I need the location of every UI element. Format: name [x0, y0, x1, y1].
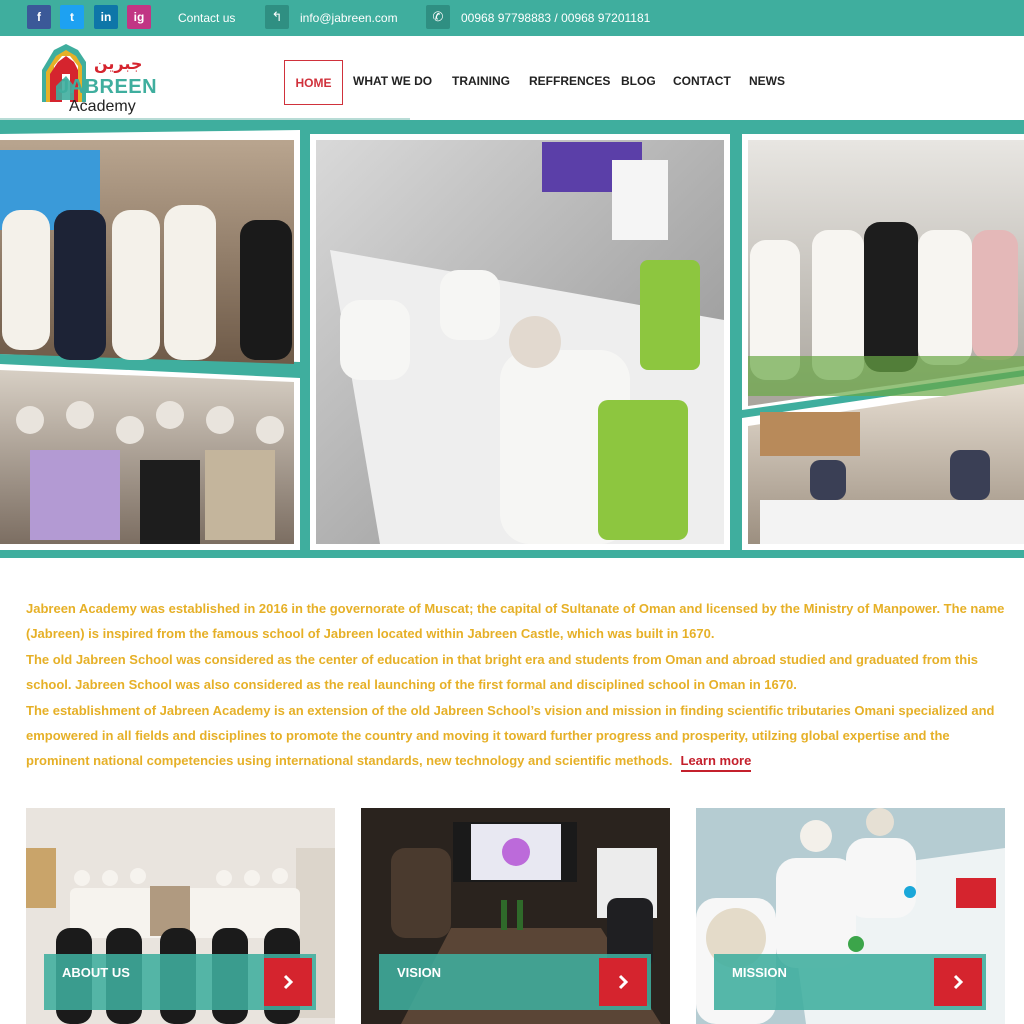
mission-label: MISSION	[732, 965, 787, 980]
about-us-card[interactable]: ABOUT US	[26, 808, 335, 1024]
learn-more-link[interactable]: Learn more	[680, 753, 752, 773]
vision-label: VISION	[397, 965, 442, 980]
reply-arrow-icon: ↰	[265, 5, 289, 29]
nav-training[interactable]: TRAINING	[452, 74, 510, 88]
twitter-icon[interactable]: t	[60, 5, 84, 29]
nav-blog[interactable]: BLOG	[621, 74, 656, 88]
chevron-right-icon	[953, 974, 964, 990]
logo-sub: Academy	[69, 98, 136, 115]
facebook-icon[interactable]: f	[27, 5, 51, 29]
chevron-right-icon	[283, 974, 294, 990]
logo-name: JABREEN	[58, 76, 158, 98]
email-link[interactable]: info@jabreen.com	[300, 0, 398, 36]
about-text: Jabreen Academy was established in 2016 …	[26, 596, 1008, 774]
about-paragraph-3: The establishment of Jabreen Academy is …	[26, 698, 1008, 774]
phone-numbers: 00968 97798883 / 00968 97201181	[461, 11, 651, 25]
collage-photos	[0, 130, 1024, 550]
about-us-band: ABOUT US	[44, 954, 316, 1010]
about-us-arrow-button[interactable]	[264, 958, 312, 1006]
vision-card[interactable]: VISION	[361, 808, 670, 1024]
phone-icon: ✆	[426, 5, 450, 29]
nav-news[interactable]: NEWS	[749, 74, 785, 88]
vision-band: VISION	[379, 954, 651, 1010]
nav-home[interactable]: HOME	[284, 60, 343, 105]
contact-us-link[interactable]: Contact us	[178, 0, 235, 36]
mission-arrow-button[interactable]	[934, 958, 982, 1006]
about-paragraph-1: Jabreen Academy was established in 2016 …	[26, 601, 1005, 642]
top-bar: f t in ig Contact us ↰ info@jabreen.com …	[0, 0, 1024, 36]
about-paragraph-3-text: The establishment of Jabreen Academy is …	[26, 702, 995, 769]
header-divider	[0, 120, 1024, 130]
nav-what-we-do[interactable]: WHAT WE DO	[353, 74, 432, 88]
logo-arabic: جبرين	[94, 54, 143, 73]
nav-contact[interactable]: CONTACT	[673, 74, 731, 88]
instagram-icon[interactable]: ig	[127, 5, 151, 29]
chevron-right-icon	[618, 974, 629, 990]
nav-refferences[interactable]: REFFRENCES	[529, 74, 610, 88]
vision-arrow-button[interactable]	[599, 958, 647, 1006]
about-paragraph-2: The old Jabreen School was considered as…	[26, 651, 979, 693]
header: جبرين JABREEN Academy HOME WHAT WE DO TR…	[0, 36, 1024, 120]
about-us-label: ABOUT US	[62, 965, 130, 980]
jabreen-logo[interactable]: جبرين JABREEN Academy	[40, 42, 158, 115]
mission-band: MISSION	[714, 954, 986, 1010]
mission-card[interactable]: MISSION	[696, 808, 1005, 1024]
linkedin-icon[interactable]: in	[94, 5, 118, 29]
photo-collage	[0, 130, 1024, 558]
